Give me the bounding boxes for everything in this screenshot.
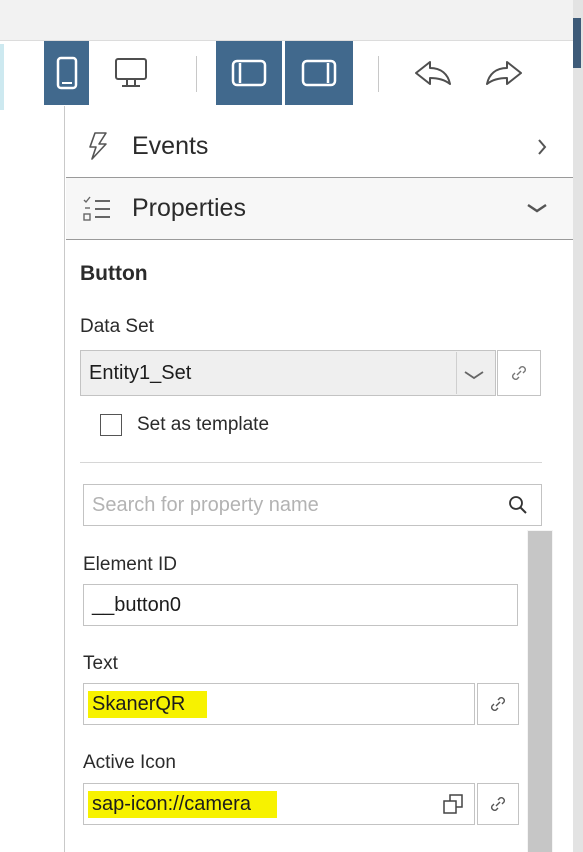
data-set-value: Entity1_Set: [89, 361, 192, 384]
link-icon: [491, 697, 505, 711]
text-field[interactable]: SkanerQR: [83, 683, 475, 725]
property-search-input[interactable]: Search for property name: [83, 484, 542, 526]
select-divider: [456, 352, 457, 394]
link-icon: [512, 366, 526, 380]
active-icon-field[interactable]: sap-icon://camera: [83, 783, 475, 825]
right-edge-panel: [573, 0, 583, 852]
value-help-icon[interactable]: [442, 793, 464, 815]
top-strip: [0, 0, 583, 41]
redo-button[interactable]: [476, 41, 532, 105]
text-binding-button[interactable]: [477, 683, 519, 725]
events-section-header[interactable]: Events: [66, 116, 573, 176]
events-label: Events: [132, 131, 209, 160]
active-icon-value: sap-icon://camera: [88, 790, 277, 818]
panel-left-icon: [231, 59, 267, 87]
toolbar-separator: [196, 56, 197, 92]
divider: [80, 462, 542, 463]
chevron-down-icon: [464, 371, 484, 380]
set-as-template-checkbox[interactable]: [100, 414, 122, 436]
element-id-label: Element ID: [83, 554, 177, 575]
chevron-right-icon[interactable]: [536, 138, 548, 156]
properties-section-header[interactable]: Properties: [66, 177, 573, 240]
undo-icon: [415, 61, 451, 85]
right-edge-scroll-handle[interactable]: [573, 18, 581, 68]
control-title: Button: [80, 262, 148, 285]
checklist-icon: [83, 196, 110, 221]
text-value: SkanerQR: [88, 690, 208, 718]
text-label: Text: [83, 653, 118, 674]
search-placeholder: Search for property name: [92, 493, 319, 516]
toggle-left-panel-button[interactable]: [216, 41, 282, 105]
toggle-right-panel-button[interactable]: [285, 41, 353, 105]
left-canvas-fragment: [0, 44, 4, 110]
set-as-template-label: Set as template: [137, 414, 270, 435]
properties-label: Properties: [132, 194, 246, 222]
panel-right-icon: [301, 59, 337, 87]
search-icon[interactable]: [508, 495, 528, 515]
undo-button[interactable]: [405, 41, 461, 105]
data-set-select[interactable]: Entity1_Set: [80, 350, 496, 396]
desktop-view-button[interactable]: [106, 41, 156, 105]
tablet-view-button[interactable]: [44, 41, 89, 105]
active-icon-label: Active Icon: [83, 752, 176, 773]
toolbar-separator: [378, 56, 379, 92]
lightning-icon: [89, 132, 107, 160]
tablet-icon: [56, 56, 77, 90]
data-set-label: Data Set: [80, 316, 154, 337]
element-id-field[interactable]: __button0: [83, 584, 518, 626]
active-icon-binding-button[interactable]: [477, 783, 519, 825]
properties-scrollbar-thumb[interactable]: [528, 531, 552, 852]
panel-border: [64, 106, 65, 852]
chevron-down-icon[interactable]: [526, 202, 548, 214]
link-icon: [491, 797, 505, 811]
desktop-icon: [115, 58, 147, 87]
redo-icon: [486, 61, 522, 85]
data-set-binding-button[interactable]: [497, 350, 541, 396]
element-id-value: __button0: [92, 593, 181, 616]
